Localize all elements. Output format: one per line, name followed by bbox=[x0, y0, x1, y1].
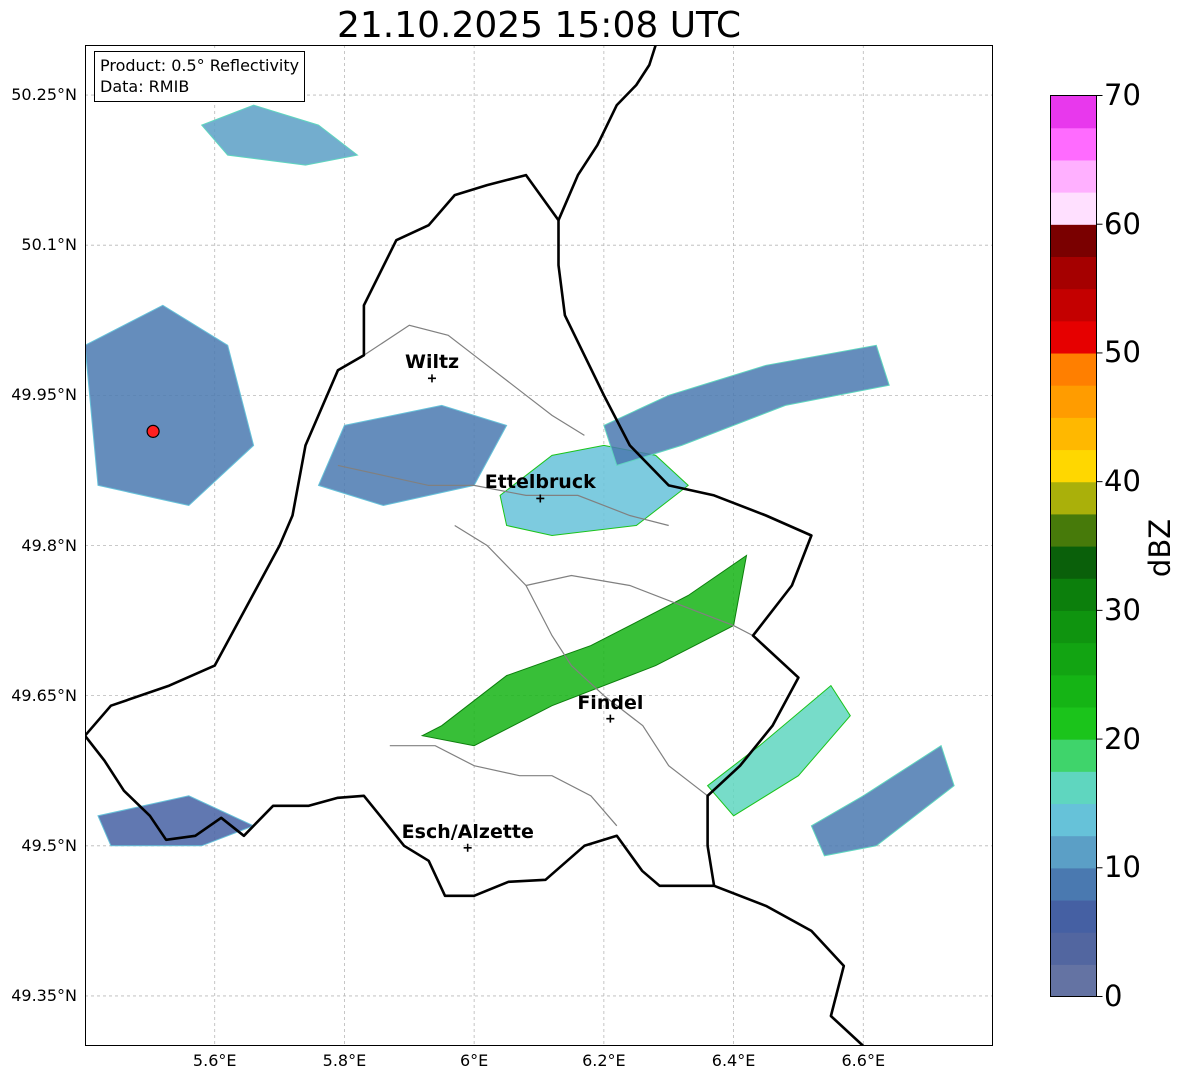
lon-tick-label-3: 6.2°E bbox=[582, 1051, 626, 1070]
radar-site-marker bbox=[146, 424, 160, 438]
map-frame bbox=[85, 45, 993, 1046]
city-marker-0 bbox=[427, 374, 436, 383]
info-product: Product: 0.5° Reflectivity bbox=[100, 56, 300, 75]
colorbar-segment-12 bbox=[1050, 578, 1097, 611]
colorbar-segment-10 bbox=[1050, 642, 1097, 676]
colorbar-segment-14 bbox=[1050, 513, 1097, 547]
lon-tick-label-4: 6.4°E bbox=[711, 1051, 756, 1070]
colorbar-segment-0 bbox=[1050, 964, 1097, 997]
lon-tick-label-2: 6°E bbox=[459, 1051, 489, 1070]
lat-tick-label-3: 49.8°N bbox=[21, 535, 77, 555]
colorbar-segment-4 bbox=[1050, 835, 1097, 869]
map-title: 21.10.2025 15:08 UTC bbox=[336, 5, 742, 46]
colorbar-segment-13 bbox=[1050, 546, 1097, 579]
colorbar-segment-23 bbox=[1050, 224, 1097, 257]
colorbar-segment-8 bbox=[1050, 706, 1097, 740]
colorbar-segment-24 bbox=[1050, 192, 1097, 225]
colorbar-segment-18 bbox=[1050, 385, 1097, 418]
lon-tick-label-5: 6.6°E bbox=[841, 1051, 886, 1070]
colorbar-segment-22 bbox=[1050, 256, 1097, 290]
colorbar-segment-17 bbox=[1050, 417, 1097, 451]
echo-region-5 bbox=[85, 304, 255, 507]
echo-region-7 bbox=[810, 744, 955, 857]
colorbar-segment-15 bbox=[1050, 481, 1097, 515]
lat-tick-label-5: 50.1°N bbox=[21, 235, 77, 255]
colorbar-segment-27 bbox=[1050, 95, 1097, 129]
colorbar-tick-label-7: 70 bbox=[1104, 78, 1141, 112]
radar-map[interactable] bbox=[85, 45, 993, 1046]
city-label-2: Findel bbox=[577, 691, 644, 714]
echo-region-3 bbox=[706, 684, 851, 817]
colorbar-segment-2 bbox=[1050, 899, 1097, 933]
lat-tick-label-4: 49.95°N bbox=[11, 385, 77, 405]
echo-region-2 bbox=[603, 344, 890, 467]
colorbar-segment-26 bbox=[1050, 127, 1097, 161]
city-marker-3 bbox=[463, 843, 472, 852]
lat-tick-label-6: 50.25°N bbox=[11, 85, 77, 105]
colorbar-segment-6 bbox=[1050, 771, 1097, 805]
colorbar-tick-label-5: 50 bbox=[1104, 335, 1141, 370]
colorbar-segment-5 bbox=[1050, 803, 1097, 837]
cantonal-border-3 bbox=[389, 745, 618, 827]
colorbar-tick-label-1: 10 bbox=[1104, 850, 1141, 885]
colorbar-segment-19 bbox=[1050, 352, 1097, 386]
colorbar-tick-label-2: 20 bbox=[1104, 721, 1141, 756]
colorbar-tick-label-0: 0 bbox=[1104, 979, 1123, 1013]
colorbar bbox=[1050, 95, 1103, 997]
lon-tick-label-0: 5.6°E bbox=[192, 1051, 237, 1070]
echo-region-4 bbox=[200, 104, 359, 166]
national-border-1 bbox=[85, 173, 813, 887]
colorbar-segment-21 bbox=[1050, 288, 1097, 322]
colorbar-segment-20 bbox=[1050, 320, 1097, 354]
lat-tick-label-0: 49.35°N bbox=[11, 985, 77, 1005]
colorbar-segment-9 bbox=[1050, 674, 1097, 708]
city-label-1: Ettelbruck bbox=[484, 471, 596, 494]
colorbar-tick-label-3: 30 bbox=[1104, 592, 1141, 627]
colorbar-segment-3 bbox=[1050, 867, 1097, 901]
lat-tick-label-1: 49.5°N bbox=[21, 835, 77, 855]
colorbar-segment-11 bbox=[1050, 610, 1097, 644]
national-border-2 bbox=[557, 45, 657, 221]
colorbar-tick-label-6: 60 bbox=[1104, 206, 1141, 241]
colorbar-segment-25 bbox=[1050, 159, 1097, 193]
info-data: Data: RMIB bbox=[100, 77, 190, 96]
radar-site-dot bbox=[146, 424, 160, 438]
lon-tick-label-1: 5.8°E bbox=[322, 1051, 367, 1070]
echo-region-6 bbox=[317, 404, 508, 507]
colorbar-segment-16 bbox=[1050, 449, 1097, 483]
info-box: Product: 0.5° Reflectivity Data: RMIB bbox=[94, 51, 306, 102]
colorbar-segment-1 bbox=[1050, 932, 1097, 965]
colorbar-label: dBZ bbox=[1143, 518, 1177, 578]
city-marker-2 bbox=[606, 714, 615, 723]
colorbar-tick-label-4: 40 bbox=[1104, 464, 1141, 499]
city-label-0: Wiltz bbox=[404, 351, 460, 374]
city-label-3: Esch/Alzette bbox=[401, 820, 534, 843]
colorbar-segment-7 bbox=[1050, 739, 1097, 772]
lat-tick-label-2: 49.65°N bbox=[11, 685, 77, 705]
echo-region-0 bbox=[420, 554, 748, 747]
